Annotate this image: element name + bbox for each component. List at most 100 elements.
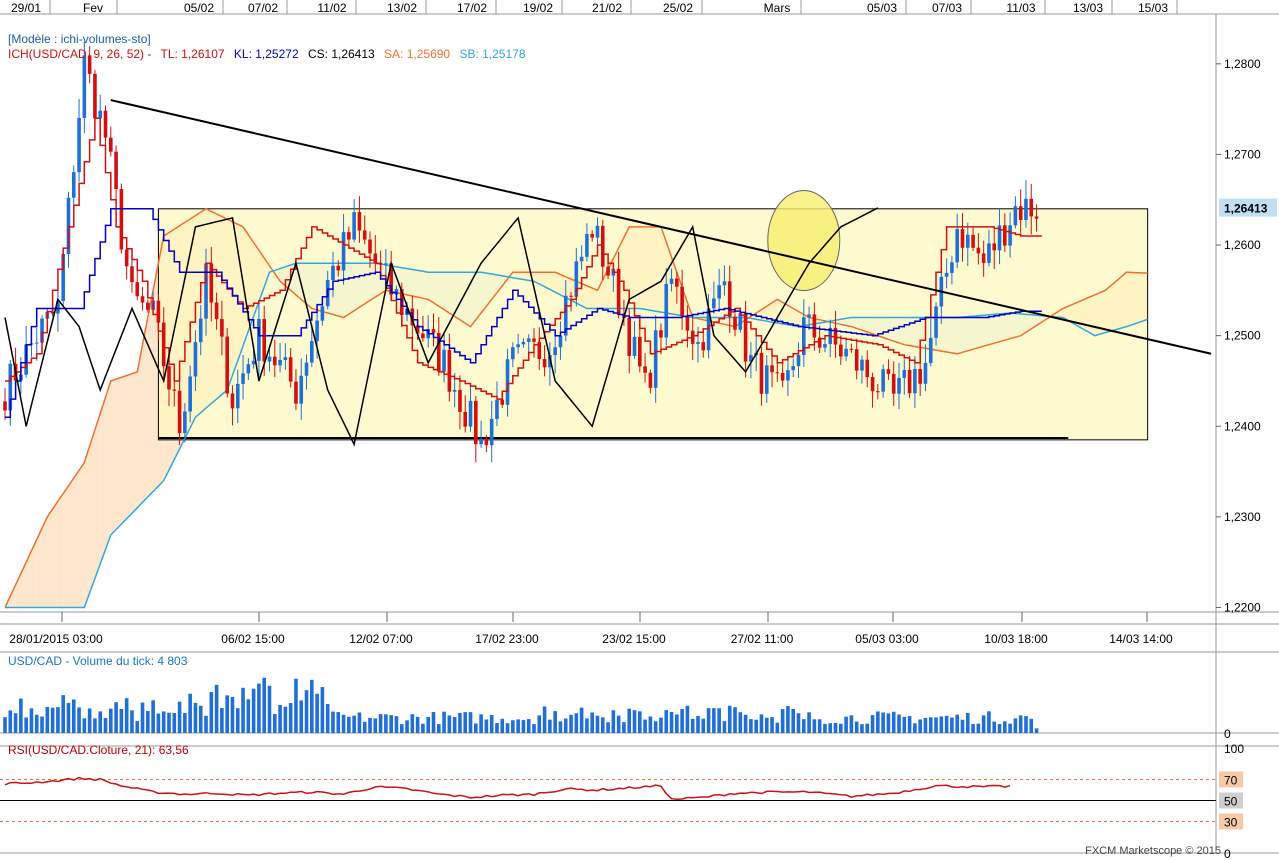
volume-bar	[907, 716, 912, 733]
candle-body	[198, 318, 203, 343]
volume-bar	[109, 708, 113, 733]
top-date-label: 07/02	[248, 1, 278, 15]
volume-bar	[299, 700, 304, 733]
volume-bar	[706, 708, 711, 733]
volume-bar	[717, 708, 721, 733]
volume-bar	[690, 718, 695, 733]
rsi-tick-label: 50	[1224, 795, 1238, 809]
candle-body	[188, 376, 192, 412]
volume-bar	[156, 713, 161, 733]
volume-bar	[923, 717, 928, 733]
volume-bar	[521, 720, 526, 733]
volume-bar	[29, 708, 34, 733]
volume-bar	[997, 724, 1002, 733]
volume-bar	[817, 719, 822, 733]
candle-body	[484, 438, 489, 446]
volume-bar	[13, 713, 18, 733]
volume-bar	[320, 687, 325, 733]
volume-bar	[193, 702, 198, 733]
watermark: FXCM Marketscope © 2015	[1085, 845, 1221, 857]
candle-body	[71, 172, 76, 198]
volume-bar	[71, 699, 76, 733]
candle-body	[965, 234, 970, 248]
volume-bar	[135, 721, 140, 733]
candle-body	[685, 316, 690, 331]
volume-bar	[537, 715, 542, 733]
volume-bar	[56, 707, 60, 733]
volume-bar	[558, 721, 563, 733]
candle-body	[241, 373, 245, 384]
candle-body	[93, 73, 97, 119]
volume-bar	[632, 710, 637, 733]
candle-body	[341, 232, 346, 271]
top-date-label: 13/03	[1073, 1, 1103, 15]
candle-body	[759, 352, 764, 394]
candle-body	[928, 337, 933, 363]
candle-body	[183, 411, 187, 434]
volume-tick-label: 0	[1224, 727, 1231, 741]
cloud-segment	[142, 317, 148, 503]
volume-bar	[146, 711, 150, 733]
volume-bar	[34, 714, 39, 733]
candle-body	[807, 314, 811, 318]
volume-bar	[526, 719, 531, 733]
candle-body	[474, 400, 478, 445]
candle-body	[225, 336, 229, 394]
top-date-label: 13/02	[387, 1, 417, 15]
candle-body	[310, 341, 314, 363]
senkou-b-value: SB: 1,25178	[459, 47, 526, 61]
ichimoku-legend: ICH(USD/CAD, 9, 26, 52) - TL: 1,26107 KL…	[8, 47, 532, 61]
volume-bar	[616, 715, 621, 733]
volume-bar	[759, 714, 764, 733]
volume-bar	[600, 717, 605, 733]
volume-bar	[347, 716, 351, 733]
candle-body	[331, 265, 335, 280]
candle-body	[315, 320, 319, 342]
candle-body	[992, 243, 997, 251]
candle-body	[294, 381, 298, 404]
volume-bar	[77, 707, 81, 733]
candle-body	[579, 256, 584, 262]
cloud-segment	[116, 377, 122, 530]
volume-bar	[987, 711, 991, 733]
volume-bar	[516, 719, 520, 733]
candle-body	[109, 137, 113, 152]
candle-body	[1034, 216, 1039, 219]
volume-bar	[738, 712, 743, 733]
volume-bar	[960, 719, 965, 733]
candle-body	[357, 212, 362, 231]
candle-body	[675, 278, 679, 287]
candle-body	[468, 400, 473, 427]
candle-body	[352, 212, 356, 240]
cloud-segment	[105, 380, 111, 550]
volume-bar	[722, 721, 727, 733]
candle-body	[246, 364, 251, 374]
candle-body	[421, 333, 425, 339]
candle-body	[283, 357, 288, 361]
volume-bar	[119, 708, 124, 733]
volume-bar	[839, 723, 843, 733]
candle-body	[214, 302, 219, 320]
candle-body	[384, 263, 388, 265]
candle-body	[595, 225, 600, 238]
top-date-label: 29/01	[11, 1, 41, 15]
volume-bar	[754, 719, 758, 733]
candle-body	[489, 418, 494, 446]
volume-bar	[563, 718, 568, 733]
volume-bar	[373, 718, 378, 733]
volume-bar	[50, 707, 55, 733]
top-date-label: 21/02	[592, 1, 622, 15]
volume-bar	[786, 706, 790, 733]
volume-bar	[399, 724, 404, 733]
volume-bar	[669, 711, 674, 733]
volume-bar	[865, 723, 870, 733]
volume-bar	[622, 722, 626, 733]
bottom-date-label: 12/02 07:00	[349, 632, 413, 646]
volume-bar	[675, 714, 679, 733]
candle-body	[347, 232, 351, 240]
candle-body	[913, 368, 917, 394]
candle-body	[500, 399, 505, 405]
candle-body	[1029, 198, 1034, 217]
candle-body	[235, 383, 240, 409]
volume-bar	[664, 710, 669, 733]
